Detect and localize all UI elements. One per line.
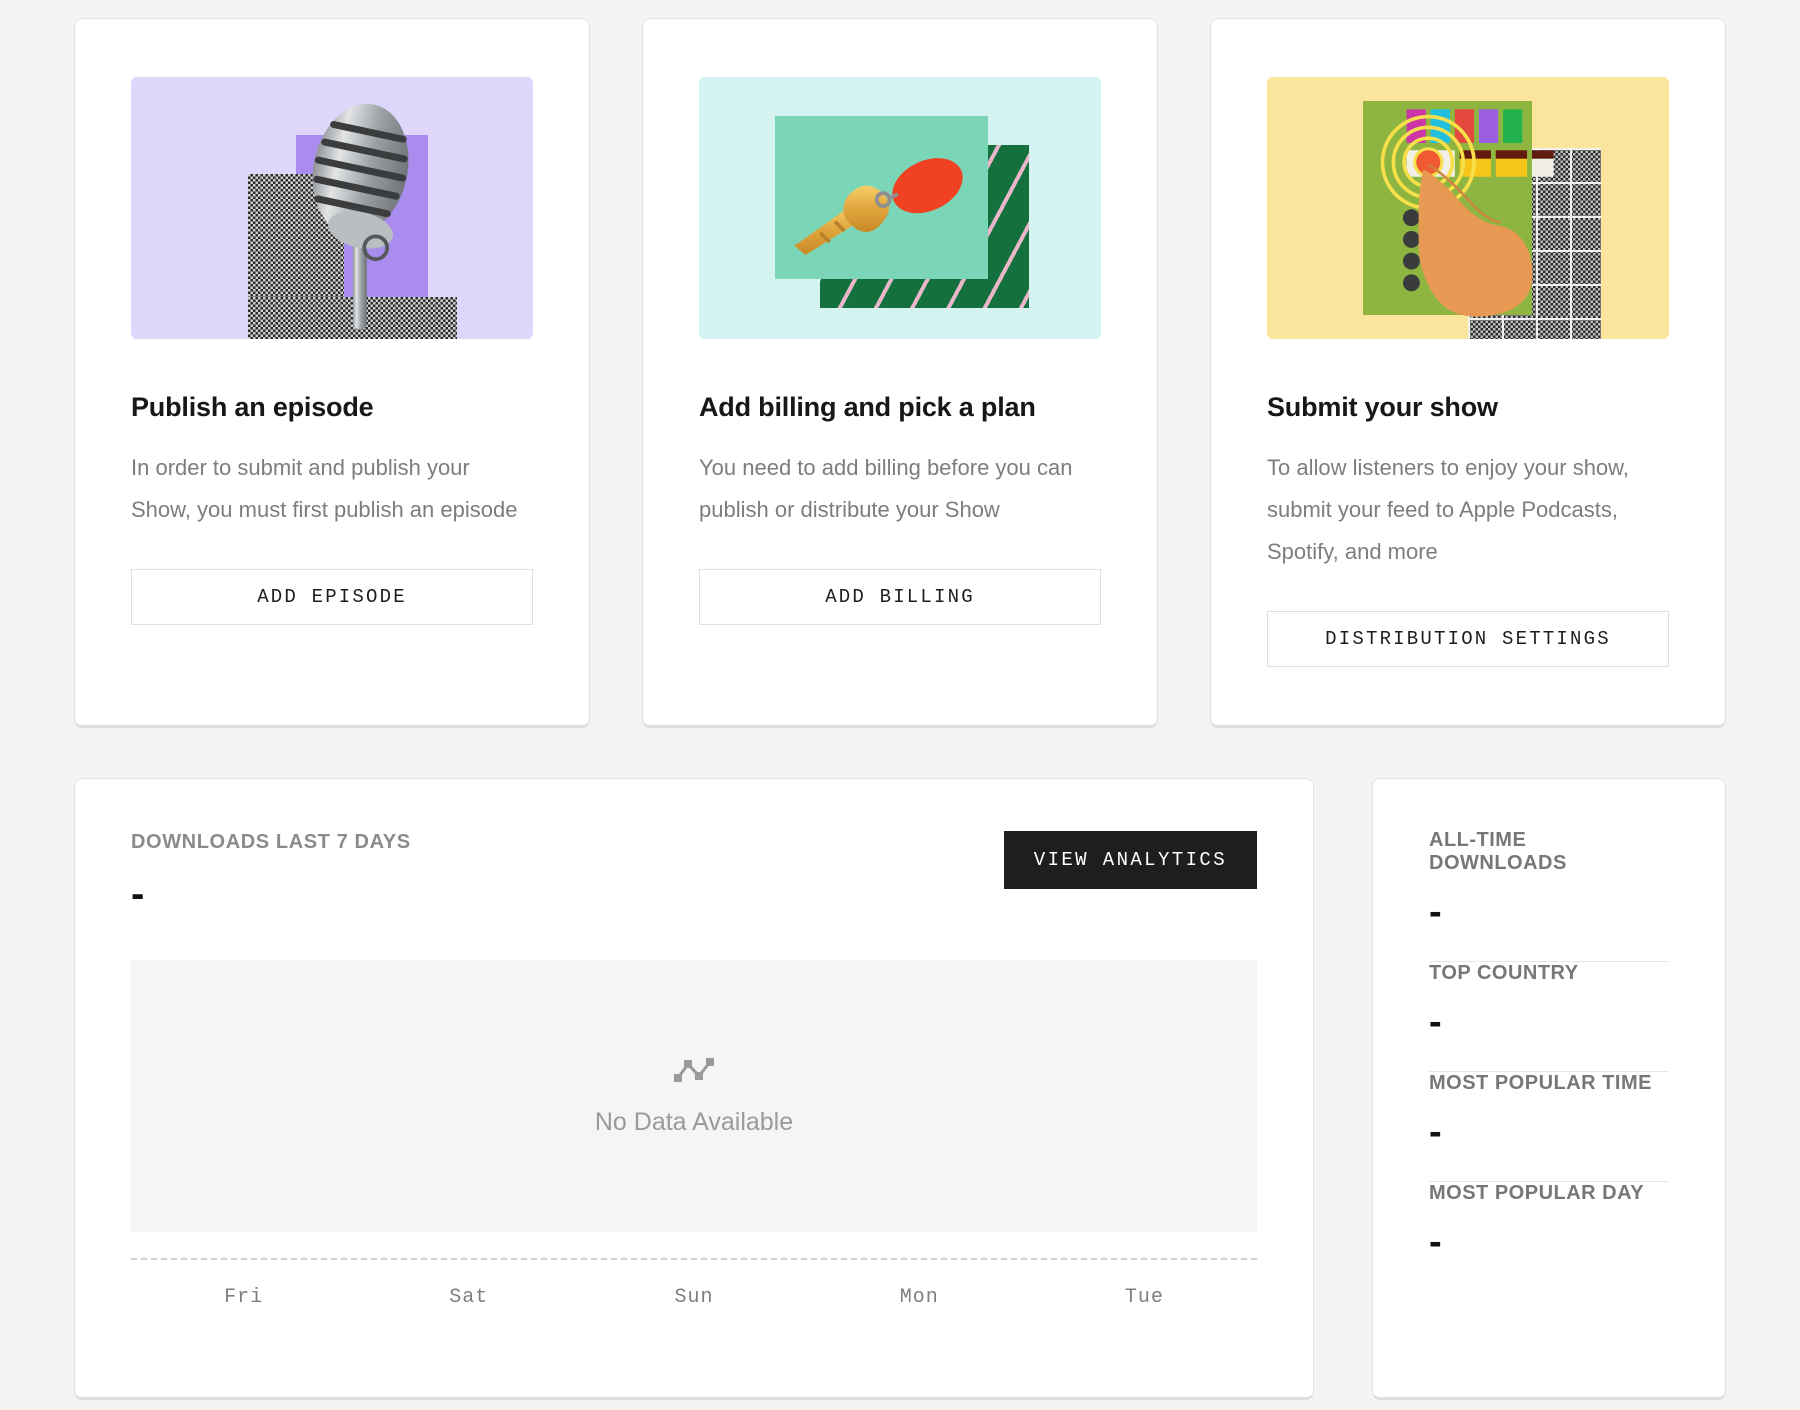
distribution-settings-button[interactable]: DISTRIBUTION SETTINGS bbox=[1267, 611, 1669, 668]
show-stats-panel: ALL-TIME DOWNLOADS - TOP COUNTRY - MOST … bbox=[1372, 778, 1726, 1401]
card-title: Submit your show bbox=[1267, 392, 1498, 422]
key-icon bbox=[794, 158, 964, 256]
add-episode-button[interactable]: ADD EPISODE bbox=[131, 569, 533, 626]
downloads-panel-header: DOWNLOADS LAST 7 DAYS - VIEW ANALYTICS bbox=[131, 831, 1257, 914]
dashboard-page: Publish an episode In order to submit an… bbox=[0, 0, 1800, 1410]
stat-label: MOST POPULAR TIME bbox=[1429, 1072, 1652, 1095]
view-analytics-button[interactable]: VIEW ANALYTICS bbox=[1003, 831, 1257, 890]
stat-all-time-downloads: ALL-TIME DOWNLOADS - bbox=[1429, 829, 1669, 961]
axis-tick-label: Sat bbox=[449, 1286, 489, 1310]
card-description: You need to add billing before you can p… bbox=[699, 455, 1073, 523]
chart-x-axis-labels: Fri Sat Sun Mon Tue bbox=[131, 1286, 1257, 1309]
axis-tick-label: Sun bbox=[674, 1286, 714, 1310]
card-title: Add billing and pick a plan bbox=[699, 392, 1036, 422]
stat-value: - bbox=[1429, 1001, 1443, 1044]
stat-label: TOP COUNTRY bbox=[1429, 962, 1579, 985]
onboarding-card-add-billing: Add billing and pick a plan You need to … bbox=[642, 18, 1158, 729]
downloads-summary: DOWNLOADS LAST 7 DAYS - bbox=[131, 831, 411, 914]
stat-value: - bbox=[1429, 891, 1443, 934]
chart-empty-state: No Data Available bbox=[131, 960, 1257, 1233]
line-chart-icon bbox=[674, 1057, 714, 1082]
stat-most-popular-time: MOST POPULAR TIME - bbox=[1429, 1072, 1669, 1181]
card-description: To allow listeners to enjoy your show, s… bbox=[1267, 455, 1629, 565]
stat-most-popular-day: MOST POPULAR DAY - bbox=[1429, 1182, 1669, 1291]
finger-pressing-button-icon bbox=[1381, 109, 1554, 317]
downloads-value: - bbox=[131, 872, 146, 917]
stat-top-country: TOP COUNTRY - bbox=[1429, 962, 1669, 1071]
chart-axis-line bbox=[131, 1258, 1257, 1261]
microphone-illustration bbox=[131, 77, 533, 339]
stat-value: - bbox=[1429, 1111, 1443, 1154]
finger-mixer-illustration bbox=[1267, 77, 1669, 339]
onboarding-card-submit-show: Submit your show To allow listeners to e… bbox=[1210, 18, 1726, 729]
card-title: Publish an episode bbox=[131, 392, 374, 422]
add-billing-button[interactable]: ADD BILLING bbox=[699, 569, 1101, 626]
microphone-icon bbox=[312, 103, 409, 329]
downloads-label: DOWNLOADS LAST 7 DAYS bbox=[131, 831, 411, 854]
axis-tick-label: Tue bbox=[1124, 1286, 1164, 1310]
key-illustration bbox=[699, 77, 1101, 339]
analytics-section: DOWNLOADS LAST 7 DAYS - VIEW ANALYTICS N… bbox=[74, 778, 1726, 1401]
axis-tick-label: Fri bbox=[224, 1286, 264, 1310]
downloads-panel: DOWNLOADS LAST 7 DAYS - VIEW ANALYTICS N… bbox=[74, 778, 1314, 1401]
stat-label: MOST POPULAR DAY bbox=[1429, 1182, 1645, 1205]
onboarding-cards-row: Publish an episode In order to submit an… bbox=[74, 18, 1726, 729]
onboarding-card-publish-episode: Publish an episode In order to submit an… bbox=[74, 18, 590, 729]
stat-label: ALL-TIME DOWNLOADS bbox=[1429, 829, 1567, 875]
stat-value: - bbox=[1429, 1221, 1443, 1264]
axis-tick-label: Mon bbox=[899, 1286, 939, 1310]
card-description: In order to submit and publish your Show… bbox=[131, 455, 518, 523]
no-data-text: No Data Available bbox=[594, 1107, 794, 1136]
